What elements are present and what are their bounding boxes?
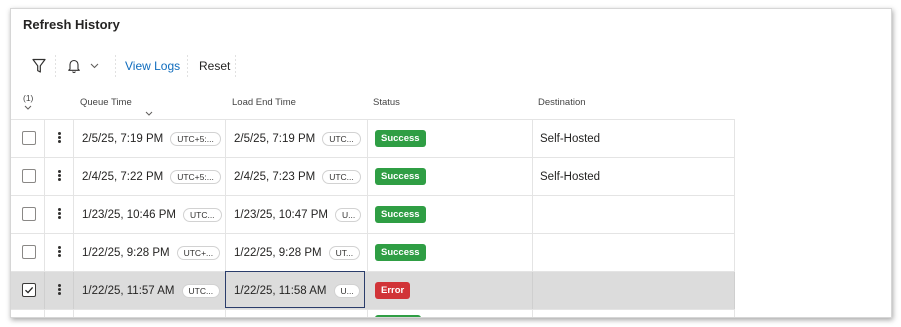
chevron-down-icon[interactable] — [24, 105, 32, 110]
status-badge: Success — [375, 168, 426, 185]
queue-time-value: 2/4/25, 7:22 PM — [82, 170, 164, 183]
load-end-time-value: 1/23/25, 10:47 PM — [234, 208, 328, 221]
row-checkbox-checked[interactable] — [22, 283, 36, 297]
queue-time-cell: 1/22/25, 11:57 AM UTC... — [82, 272, 221, 309]
table-row[interactable]: 1/23/25, 10:46 PM UTC... 1/23/25, 10:47 … — [11, 195, 735, 233]
status-cell: Success — [375, 196, 426, 233]
sort-descending-icon[interactable] — [145, 111, 153, 116]
status-badge: Success — [375, 130, 426, 147]
table-row-partial — [11, 309, 735, 317]
destination-cell: Self-Hosted — [540, 170, 601, 183]
status-badge: Error — [375, 282, 411, 299]
toolbar-divider — [55, 55, 56, 79]
status-badge: Success — [375, 244, 426, 261]
queue-time-value: 1/22/25, 11:57 AM — [82, 284, 175, 297]
queue-time-value: 1/23/25, 10:46 PM — [82, 208, 176, 221]
timezone-pill: UT... — [328, 245, 361, 260]
column-header-destination[interactable]: Destination — [538, 97, 586, 108]
table-row[interactable]: 1/22/25, 9:28 PM UTC+... 1/22/25, 9:28 P… — [11, 233, 735, 271]
load-end-time-cell: 2/4/25, 7:23 PM UTC... — [234, 158, 361, 195]
panel-title: Refresh History — [23, 17, 120, 32]
bell-icon[interactable] — [67, 58, 81, 74]
load-end-time-cell: 1/22/25, 11:58 AM U... — [234, 272, 360, 309]
checkmark-icon — [25, 286, 34, 294]
row-checkbox[interactable] — [22, 131, 36, 145]
status-cell: Success — [375, 234, 426, 271]
selected-count: (1) — [23, 93, 34, 103]
status-badge-partial — [375, 315, 421, 317]
timezone-pill: U... — [333, 283, 360, 298]
timezone-pill: UTC... — [181, 283, 221, 298]
table-header: (1) Queue Time Load End Time Status Dest… — [11, 91, 891, 119]
load-end-time-cell: 1/22/25, 9:28 PM UT... — [234, 234, 361, 271]
load-end-time-value: 1/22/25, 9:28 PM — [234, 246, 322, 259]
queue-time-cell: 1/23/25, 10:46 PM UTC... — [82, 196, 222, 233]
filter-icon[interactable] — [32, 58, 46, 74]
view-logs-button[interactable]: View Logs — [125, 59, 180, 73]
timezone-pill: UTC... — [322, 131, 361, 146]
reset-button[interactable]: Reset — [199, 59, 230, 73]
table-row[interactable]: 2/4/25, 7:22 PM UTC+5:... 2/4/25, 7:23 P… — [11, 157, 735, 195]
column-header-queue-time[interactable]: Queue Time — [80, 97, 132, 108]
toolbar-divider — [115, 55, 116, 79]
queue-time-cell: 1/22/25, 9:28 PM UTC+... — [82, 234, 221, 271]
more-options-icon[interactable] — [56, 131, 62, 145]
table-row[interactable]: 2/5/25, 7:19 PM UTC+5:... 2/5/25, 7:19 P… — [11, 119, 735, 157]
timezone-pill: UTC+... — [176, 245, 221, 260]
table-row-selected[interactable]: 1/22/25, 11:57 AM UTC... 1/22/25, 11:58 … — [11, 271, 735, 309]
refresh-history-table: 2/5/25, 7:19 PM UTC+5:... 2/5/25, 7:19 P… — [11, 119, 735, 317]
toolbar-divider — [187, 55, 188, 79]
more-options-icon[interactable] — [56, 283, 62, 297]
status-cell: Success — [375, 120, 426, 157]
timezone-pill: UTC+5:... — [170, 169, 221, 184]
column-header-load-end-time[interactable]: Load End Time — [232, 97, 296, 108]
queue-time-cell: 2/4/25, 7:22 PM UTC+5:... — [82, 158, 221, 195]
chevron-down-icon[interactable] — [90, 63, 99, 69]
refresh-history-panel: Refresh History View Logs Reset (1) Queu… — [10, 8, 892, 318]
more-options-icon[interactable] — [56, 207, 62, 221]
more-options-icon[interactable] — [56, 169, 62, 183]
queue-time-cell: 2/5/25, 7:19 PM UTC+5:... — [82, 120, 221, 157]
load-end-time-value: 1/22/25, 11:58 AM — [234, 284, 327, 297]
row-checkbox[interactable] — [22, 207, 36, 221]
load-end-time-cell: 2/5/25, 7:19 PM UTC... — [234, 120, 361, 157]
destination-cell: Self-Hosted — [540, 132, 601, 145]
status-cell: Error — [375, 272, 411, 309]
timezone-pill: U... — [334, 207, 361, 222]
queue-time-value: 1/22/25, 9:28 PM — [82, 246, 170, 259]
status-badge: Success — [375, 206, 426, 223]
timezone-pill: UTC... — [322, 169, 361, 184]
load-end-time-value: 2/4/25, 7:23 PM — [234, 170, 316, 183]
more-options-icon[interactable] — [56, 245, 62, 259]
row-checkbox[interactable] — [22, 245, 36, 259]
queue-time-value: 2/5/25, 7:19 PM — [82, 132, 164, 145]
load-end-time-value: 2/5/25, 7:19 PM — [234, 132, 316, 145]
timezone-pill: UTC... — [182, 207, 222, 222]
row-checkbox[interactable] — [22, 169, 36, 183]
column-header-status[interactable]: Status — [373, 97, 400, 108]
timezone-pill: UTC+5:... — [170, 131, 221, 146]
toolbar-divider — [235, 55, 236, 79]
toolbar: View Logs Reset — [11, 55, 891, 79]
load-end-time-cell: 1/23/25, 10:47 PM U... — [234, 196, 361, 233]
status-cell: Success — [375, 158, 426, 195]
